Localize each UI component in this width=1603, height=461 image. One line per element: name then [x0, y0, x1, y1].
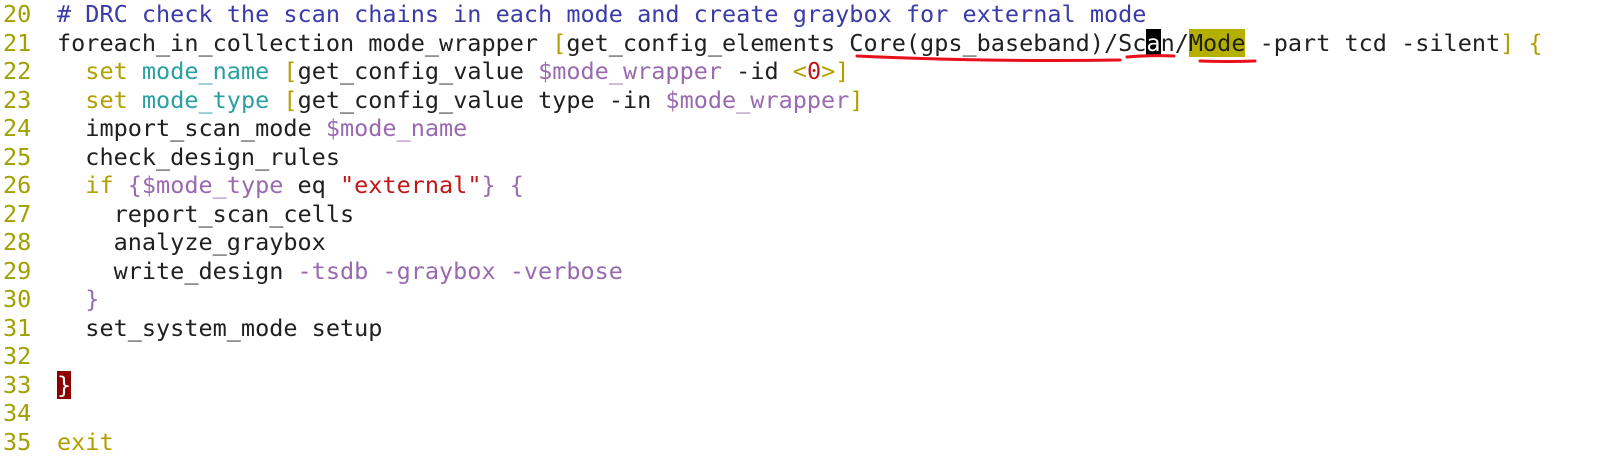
code-line[interactable]: 30 } — [0, 285, 99, 314]
line-number: 25 — [3, 142, 32, 171]
line-number: 34 — [3, 399, 32, 427]
code-token: ] { — [1500, 28, 1543, 57]
code-token: } — [85, 285, 100, 313]
code-token: exit — [57, 427, 114, 456]
code-token: $mode_wrapper — [538, 57, 723, 85]
code-line[interactable]: 24 import_scan_mode $mode_name — [0, 114, 467, 143]
code-token: -part tcd -silent — [1245, 28, 1501, 57]
code-line[interactable]: 32 — [0, 342, 57, 371]
code-token: < — [792, 57, 807, 85]
code-token: foreach_in_collection mode_wrapper — [57, 28, 553, 57]
code-line[interactable]: 31 set_system_mode setup — [0, 314, 382, 343]
code-line[interactable]: 29 write_design -tsdb -graybox -verbose — [0, 257, 623, 286]
code-token: { — [127, 171, 142, 199]
line-number: 26 — [3, 171, 32, 199]
code-line[interactable]: 28 analyze_graybox — [0, 228, 326, 257]
code-token: mode_type — [141, 85, 270, 114]
code-line[interactable]: 21 foreach_in_collection mode_wrapper [ge… — [0, 28, 1543, 58]
code-line[interactable]: 33} — [0, 370, 72, 400]
line-number: 30 — [3, 285, 32, 313]
matching-brace: } — [57, 370, 72, 399]
code-token: get_config_value — [297, 57, 539, 85]
search-highlight: Mode — [1188, 28, 1246, 57]
code-token: $mode_name — [325, 114, 468, 142]
code-token: set — [85, 85, 128, 114]
code-line[interactable]: 25 check_design_rules — [0, 143, 340, 172]
line-number: 31 — [3, 313, 32, 342]
code-token: "external" — [339, 171, 482, 199]
code-token: $mode_type — [141, 171, 284, 199]
code-token: ] — [835, 57, 850, 85]
line-number: 33 — [3, 370, 32, 399]
code-token: if — [85, 171, 114, 199]
code-line[interactable]: 34 — [0, 399, 57, 428]
text-cursor: a — [1146, 28, 1161, 57]
line-number: 29 — [3, 256, 32, 285]
code-token: check_design_rules — [57, 142, 340, 171]
code-line[interactable]: 23 set mode_type [get_config_value type … — [0, 86, 864, 115]
code-token: mode_name — [141, 57, 270, 85]
code-line[interactable]: 26 if {$mode_type eq "external"} { — [0, 171, 524, 200]
code-token: analyze_graybox — [57, 228, 326, 256]
code-token: n/ — [1160, 28, 1189, 57]
line-number: 20 — [3, 0, 32, 28]
code-line[interactable]: 20 # DRC check the scan chains in each mo… — [0, 0, 1146, 29]
line-number: 32 — [3, 342, 32, 370]
line-number: 24 — [3, 114, 32, 142]
code-token: import_scan_mode — [57, 114, 326, 142]
code-token: > — [821, 57, 836, 85]
code-token: report_scan_cells — [57, 199, 355, 228]
code-token: -id — [722, 57, 793, 85]
line-number: 21 — [3, 28, 32, 57]
line-number: 27 — [3, 199, 32, 228]
code-token: -tsdb -graybox -verbose — [297, 256, 623, 285]
code-token: [ — [283, 85, 298, 114]
line-number: 23 — [3, 85, 32, 114]
line-number: 35 — [3, 427, 32, 456]
line-number: 28 — [3, 228, 32, 256]
code-token: eq — [283, 171, 340, 199]
code-token: } { — [481, 171, 524, 199]
code-token: $mode_wrapper — [665, 85, 850, 114]
code-line[interactable]: 35 exit — [0, 428, 114, 457]
code-token: get_config_elements Core(gps_baseband)/S… — [566, 28, 1147, 57]
code-line[interactable]: 27 report_scan_cells — [0, 200, 354, 229]
code-token: get_config_value type -in — [297, 85, 666, 114]
code-editor[interactable]: 20 # DRC check the scan chains in each mo… — [0, 0, 1603, 461]
code-token: set — [85, 57, 128, 85]
code-token: write_design — [57, 256, 298, 285]
code-token: 0 — [806, 57, 822, 85]
code-token: ] — [849, 85, 864, 114]
code-comment: # DRC check the scan chains in each mode… — [57, 0, 1147, 28]
code-token: set_system_mode setup — [57, 313, 383, 342]
code-token: [ — [552, 28, 567, 57]
code-line[interactable]: 22 set mode_name [get_config_value $mode… — [0, 57, 849, 86]
line-number: 22 — [3, 57, 32, 85]
code-token: [ — [283, 57, 298, 85]
